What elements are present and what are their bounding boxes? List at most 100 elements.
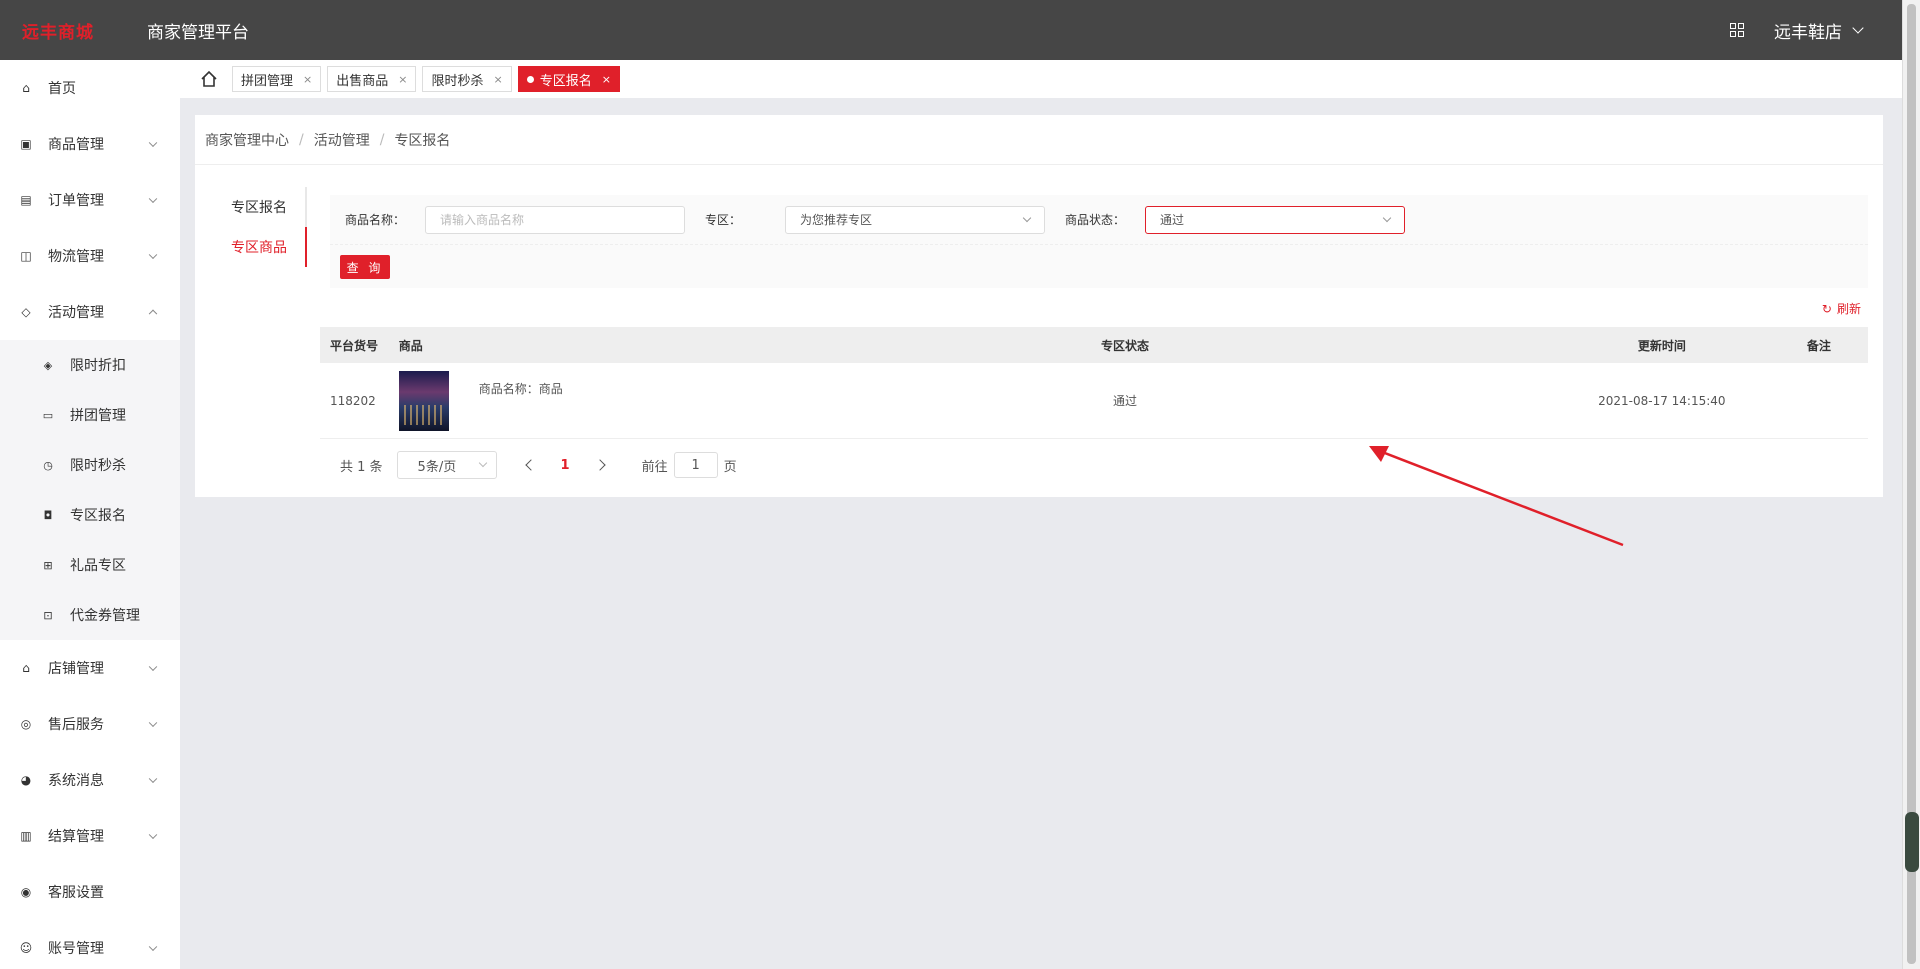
next-page-icon[interactable] <box>593 459 606 471</box>
tabs-bar: 拼团管理 × 出售商品 × 限时秒杀 × 专区报名 × <box>180 60 1902 98</box>
tab-label: 限时秒杀 <box>431 73 484 89</box>
sidebar-item-store[interactable]: ⌂ 店铺管理 <box>0 640 180 696</box>
truck-icon: ◫ <box>20 249 32 263</box>
filter-area: 商品名称： 专区： 为您推荐专区 商品状态： 通过 查 询 <box>330 195 1868 288</box>
side-tab-zone-signup[interactable]: 专区报名 <box>215 187 307 227</box>
chevron-down-icon <box>148 774 158 784</box>
product-thumbnail[interactable] <box>398 370 449 431</box>
sidebar-subitem-discount[interactable]: ◈ 限时折扣 <box>0 340 180 390</box>
filter-row: 商品名称： 专区： 为您推荐专区 商品状态： 通过 <box>330 195 1868 245</box>
sidebar-subitem-zone-signup[interactable]: ◘ 专区报名 <box>0 490 180 540</box>
tab-label: 专区报名 <box>539 73 592 89</box>
sidebar-subitem-coupons[interactable]: ⊡ 代金券管理 <box>0 590 180 640</box>
vertical-scrollbar[interactable] <box>1902 0 1920 969</box>
table-header: 平台货号 商品 专区状态 更新时间 备注 <box>320 327 1868 363</box>
sidebar-item-label: 商品管理 <box>48 137 104 153</box>
col-sku: 平台货号 <box>330 338 379 353</box>
sidebar-item-label: 活动管理 <box>48 305 104 321</box>
goto-page-input[interactable] <box>673 452 718 478</box>
table-row: 118202 商品名称：商品 通过 2021-08-17 14:15:40 <box>320 363 1868 439</box>
zone-icon: ◘ <box>43 508 53 522</box>
sidebar-item-account[interactable]: ☺ 账号管理 <box>0 920 180 969</box>
sidebar-subitem-flash-sale[interactable]: ◷ 限时秒杀 <box>0 440 180 490</box>
product-name: 商品名称：商品 <box>478 382 563 396</box>
chevron-down-icon <box>148 830 158 840</box>
tab-selling-products[interactable]: 出售商品 × <box>327 66 417 92</box>
coupon-icon: ⊡ <box>43 608 53 622</box>
order-icon: ▤ <box>20 193 32 207</box>
box-icon: ▣ <box>20 137 32 151</box>
chevron-up-icon <box>148 309 158 319</box>
chevron-down-icon <box>148 138 158 148</box>
chevron-down-icon <box>1022 213 1032 222</box>
chevron-down-icon <box>148 662 158 672</box>
brand-logo[interactable]: 远丰商城 <box>22 18 122 43</box>
close-icon[interactable]: × <box>303 73 312 86</box>
sidebar-item-label: 首页 <box>48 81 76 97</box>
tab-label: 拼团管理 <box>241 73 294 89</box>
tab-group-buy[interactable]: 拼团管理 × <box>232 66 322 92</box>
sidebar-item-label: 账号管理 <box>48 941 104 957</box>
zone-select[interactable]: 为您推荐专区 <box>785 205 1046 234</box>
chevron-down-icon[interactable] <box>1852 21 1864 34</box>
top-header: 远丰商城 商家管理平台 远丰鞋店 <box>0 0 1902 60</box>
sidebar-item-label: 系统消息 <box>48 773 104 789</box>
chevron-down-icon <box>148 194 158 204</box>
tab-label: 出售商品 <box>336 73 389 89</box>
sidebar-item-products[interactable]: ▣ 商品管理 <box>0 116 180 172</box>
shop-name-dropdown[interactable]: 远丰鞋店 <box>1774 18 1842 43</box>
refresh-icon: ↻ <box>1821 301 1832 316</box>
prev-page-icon[interactable] <box>524 459 537 471</box>
group-buy-icon: ▭ <box>42 408 54 422</box>
close-icon[interactable]: × <box>602 73 611 86</box>
home-icon[interactable] <box>200 70 218 88</box>
cell-sku: 118202 <box>330 393 376 408</box>
annotation-arrow <box>1369 446 1624 547</box>
chevron-down-icon <box>148 942 158 952</box>
col-product: 商品 <box>398 338 423 353</box>
platform-title: 商家管理平台 <box>147 22 249 43</box>
sidebar-item-messages[interactable]: ◕ 系统消息 <box>0 752 180 808</box>
zone-label: 专区： <box>705 213 742 227</box>
breadcrumb-root[interactable]: 商家管理中心 <box>205 130 289 150</box>
side-tabs: 专区报名 专区商品 <box>215 187 307 267</box>
status-select[interactable]: 通过 <box>1145 205 1406 234</box>
col-note: 备注 <box>1806 338 1831 353</box>
product-name-input[interactable] <box>425 205 686 234</box>
side-tab-zone-products[interactable]: 专区商品 <box>215 227 307 267</box>
qr-grid-icon[interactable] <box>1730 23 1744 37</box>
close-icon[interactable]: × <box>398 73 407 86</box>
tab-flash-sale[interactable]: 限时秒杀 × <box>422 66 512 92</box>
sidebar-item-logistics[interactable]: ◫ 物流管理 <box>0 228 180 284</box>
sidebar-subitem-gift-zone[interactable]: ⊞ 礼品专区 <box>0 540 180 590</box>
pagination: 共 1 条 5条/页 1 前往 页 <box>340 451 737 479</box>
support-icon: ◉ <box>20 885 32 899</box>
col-zone-status: 专区状态 <box>1100 338 1149 353</box>
sidebar-subitem-group-buy[interactable]: ▭ 拼团管理 <box>0 390 180 440</box>
floating-widget-icon[interactable] <box>1905 812 1919 872</box>
sidebar-item-orders[interactable]: ▤ 订单管理 <box>0 172 180 228</box>
sidebar-item-support[interactable]: ◉ 客服设置 <box>0 864 180 920</box>
sidebar-item-activities[interactable]: ◇ 活动管理 <box>0 284 180 340</box>
sidebar-item-label: 结算管理 <box>48 829 104 845</box>
zone-select-value: 为您推荐专区 <box>800 213 873 227</box>
page-size-value: 5条/页 <box>417 459 457 475</box>
sidebar-item-label: 拼团管理 <box>70 408 126 424</box>
settlement-icon: ▥ <box>20 829 32 843</box>
status-label: 商品状态： <box>1065 213 1126 227</box>
store-icon: ⌂ <box>22 661 30 675</box>
chevron-down-icon <box>1382 213 1392 222</box>
sidebar-item-settlement[interactable]: ▥ 结算管理 <box>0 808 180 864</box>
close-icon[interactable]: × <box>493 73 502 86</box>
tab-zone-signup[interactable]: 专区报名 × <box>517 66 620 92</box>
refresh-button[interactable]: ↻ 刷新 <box>1822 300 1861 317</box>
query-button[interactable]: 查 询 <box>340 255 390 279</box>
tag-icon: ◇ <box>21 305 31 319</box>
sidebar-item-label: 限时折扣 <box>70 358 126 374</box>
breadcrumb-parent[interactable]: 活动管理 <box>314 130 370 150</box>
sidebar-item-home[interactable]: ⌂ 首页 <box>0 60 180 116</box>
gift-icon: ⊞ <box>43 558 53 572</box>
page-number[interactable]: 1 <box>561 458 570 473</box>
page-size-select[interactable]: 5条/页 <box>396 451 497 479</box>
sidebar-item-after-sales[interactable]: ◎ 售后服务 <box>0 696 180 752</box>
